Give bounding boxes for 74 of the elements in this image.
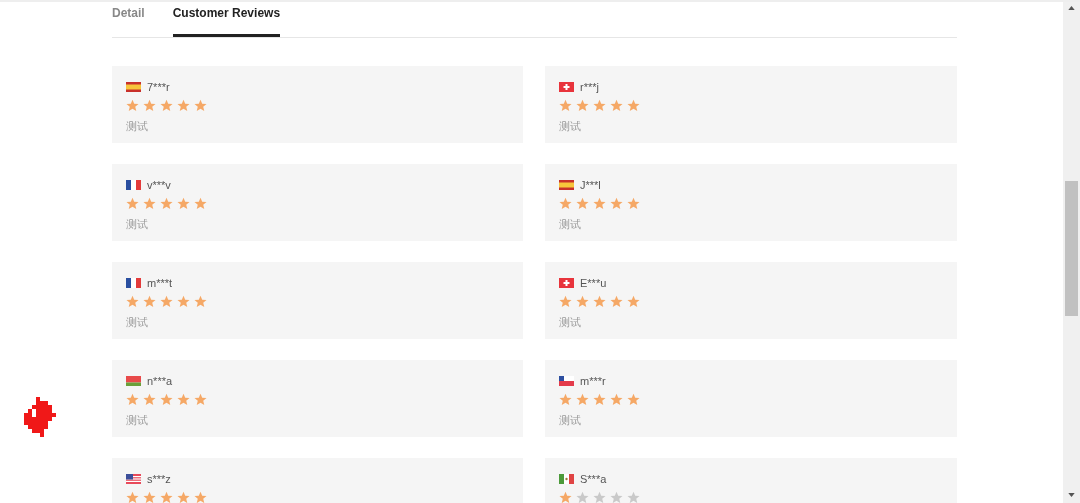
reviewer-name: E***u: [580, 277, 607, 289]
scroll-down-icon[interactable]: [1068, 493, 1075, 497]
star-icon: [177, 393, 190, 406]
star-icon: [177, 491, 190, 503]
star-icon: [593, 491, 606, 503]
star-icon: [160, 197, 173, 210]
star-icon: [627, 197, 640, 210]
star-icon: [194, 393, 207, 406]
tab[interactable]: Customer Reviews: [172, 2, 281, 37]
star-icon: [160, 295, 173, 308]
star-icon: [610, 295, 623, 308]
scroll-up-icon[interactable]: [1068, 6, 1075, 10]
star-icon: [627, 393, 640, 406]
review-text: 测试: [126, 414, 148, 427]
star-icon: [177, 99, 190, 112]
reviewer-name: r***j: [580, 81, 599, 93]
star-icon: [610, 99, 623, 112]
scrollbar-thumb[interactable]: [1065, 181, 1078, 316]
star-icon: [559, 393, 572, 406]
star-icon: [593, 393, 606, 406]
star-icon: [126, 491, 139, 503]
star-icon: [593, 99, 606, 112]
star-icon: [194, 295, 207, 308]
review-text: 测试: [559, 316, 581, 329]
star-icon: [610, 491, 623, 503]
star-icon: [559, 99, 572, 112]
star-icon: [627, 295, 640, 308]
review-text: 测试: [126, 120, 148, 133]
review-text: 测试: [126, 218, 148, 231]
star-icon: [126, 197, 139, 210]
reviewer-name: n***a: [147, 375, 173, 387]
star-icon: [160, 393, 173, 406]
star-icon: [593, 197, 606, 210]
reviewer-name: v***v: [147, 179, 171, 191]
star-icon: [559, 491, 572, 503]
star-icon: [126, 99, 139, 112]
review-text: 测试: [559, 414, 581, 427]
reviewer-name: S***a: [580, 473, 607, 485]
tab[interactable]: Detail: [112, 2, 145, 37]
star-icon: [160, 491, 173, 503]
reviewer-name: J***l: [580, 179, 601, 191]
star-icon: [559, 197, 572, 210]
star-icon: [194, 99, 207, 112]
reviewer-name: m***r: [580, 375, 606, 387]
star-icon: [194, 197, 207, 210]
star-icon: [576, 295, 589, 308]
star-icon: [143, 491, 156, 503]
star-icon: [559, 295, 572, 308]
star-icon: [143, 393, 156, 406]
star-icon: [610, 393, 623, 406]
star-icon: [576, 491, 589, 503]
star-icon: [143, 99, 156, 112]
star-icon: [126, 393, 139, 406]
star-icon: [177, 197, 190, 210]
reviewer-name: s***z: [147, 473, 171, 485]
review-text: 测试: [559, 218, 581, 231]
star-icon: [194, 491, 207, 503]
reviewer-name: 7***r: [147, 81, 170, 93]
star-icon: [576, 99, 589, 112]
star-icon: [126, 295, 139, 308]
star-icon: [143, 295, 156, 308]
star-icon: [160, 99, 173, 112]
reviewer-name: m***t: [147, 277, 173, 289]
review-text: 测试: [126, 316, 148, 329]
star-icon: [627, 491, 640, 503]
star-icon: [177, 295, 190, 308]
star-icon: [610, 197, 623, 210]
review-text: 测试: [559, 120, 581, 133]
star-icon: [143, 197, 156, 210]
star-icon: [576, 393, 589, 406]
star-icon: [593, 295, 606, 308]
star-icon: [627, 99, 640, 112]
scrollbar[interactable]: [1063, 2, 1080, 503]
star-icon: [576, 197, 589, 210]
